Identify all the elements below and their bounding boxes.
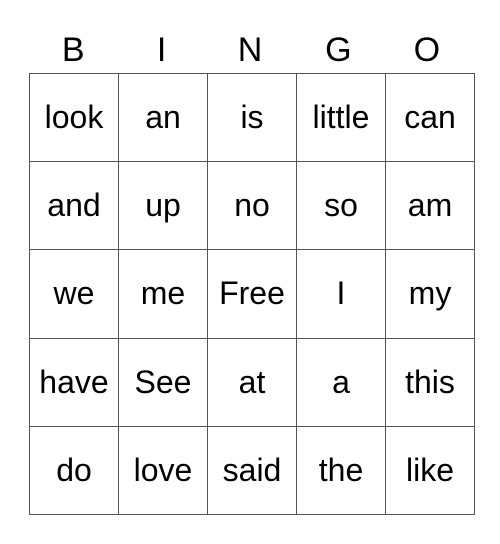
bingo-cell[interactable]: do (29, 425, 119, 516)
bingo-cell[interactable]: See (118, 337, 208, 427)
bingo-cell[interactable]: my (385, 249, 475, 339)
bingo-cell[interactable]: is (207, 72, 297, 163)
card-row: we me Free I my (29, 249, 475, 339)
bingo-cell[interactable]: said (207, 425, 297, 516)
bingo-cell[interactable]: up (118, 161, 208, 251)
bingo-cell[interactable]: love (118, 425, 208, 516)
bingo-cell[interactable]: little (296, 72, 386, 163)
header-letter-i: I (156, 31, 167, 69)
bingo-cell[interactable]: an (118, 72, 208, 163)
bingo-cell[interactable]: we (29, 249, 119, 339)
card-row: look an is little can (29, 72, 475, 163)
header-letter-b: B (61, 31, 85, 69)
bingo-cell[interactable]: can (385, 72, 475, 163)
bingo-cell[interactable]: so (296, 161, 386, 251)
free-space-cell[interactable]: Free (207, 249, 297, 339)
card-row: have See at a this (29, 337, 475, 427)
bingo-cell[interactable]: no (207, 161, 297, 251)
bingo-cell[interactable]: at (207, 337, 297, 427)
bingo-cell[interactable]: and (29, 161, 119, 251)
bingo-cell[interactable]: have (29, 337, 119, 427)
bingo-cell[interactable]: like (385, 425, 475, 516)
bingo-cell[interactable]: this (385, 337, 475, 427)
header-letter-g: G (325, 31, 352, 69)
card-row: and up no so am (29, 161, 475, 251)
bingo-cell[interactable]: the (296, 425, 386, 516)
header-letter-o: O (413, 31, 441, 69)
bingo-header: B I N G O (29, 28, 471, 73)
card-row: do love said the like (29, 425, 475, 516)
bingo-cell[interactable]: I (296, 249, 386, 339)
bingo-card: look an is little can and up no so am we… (29, 72, 475, 516)
bingo-cell[interactable]: me (118, 249, 208, 339)
bingo-cell[interactable]: look (29, 72, 119, 163)
bingo-cell[interactable]: am (385, 161, 475, 251)
bingo-cell[interactable]: a (296, 337, 386, 427)
header-letter-n: N (237, 31, 263, 69)
